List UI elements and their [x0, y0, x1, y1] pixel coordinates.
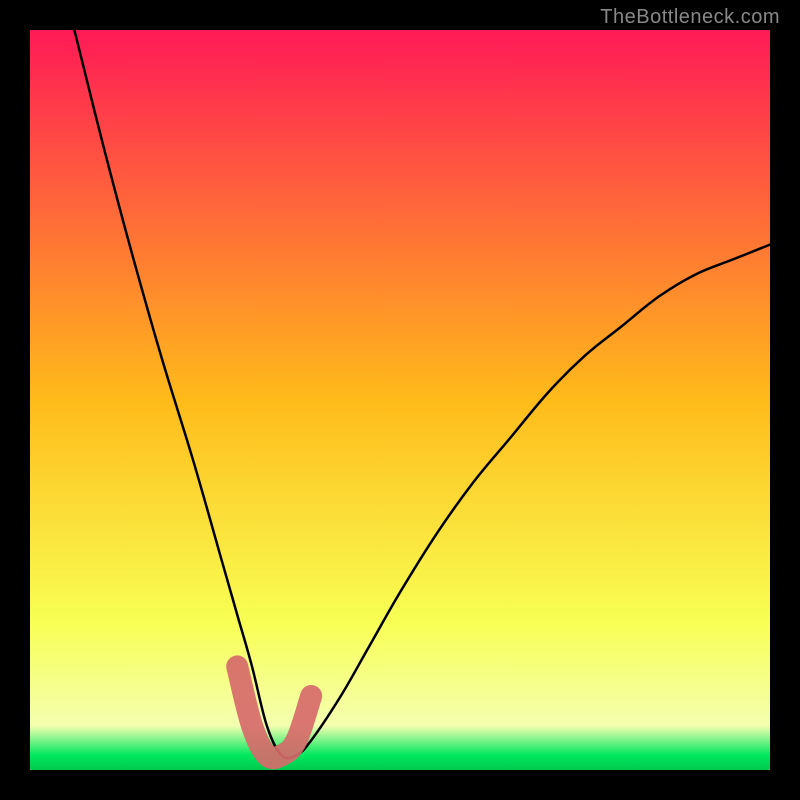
chart-background	[30, 30, 770, 770]
watermark-text: TheBottleneck.com	[600, 6, 780, 29]
chart-frame: TheBottleneck.com	[0, 0, 800, 800]
chart-svg	[0, 0, 800, 800]
